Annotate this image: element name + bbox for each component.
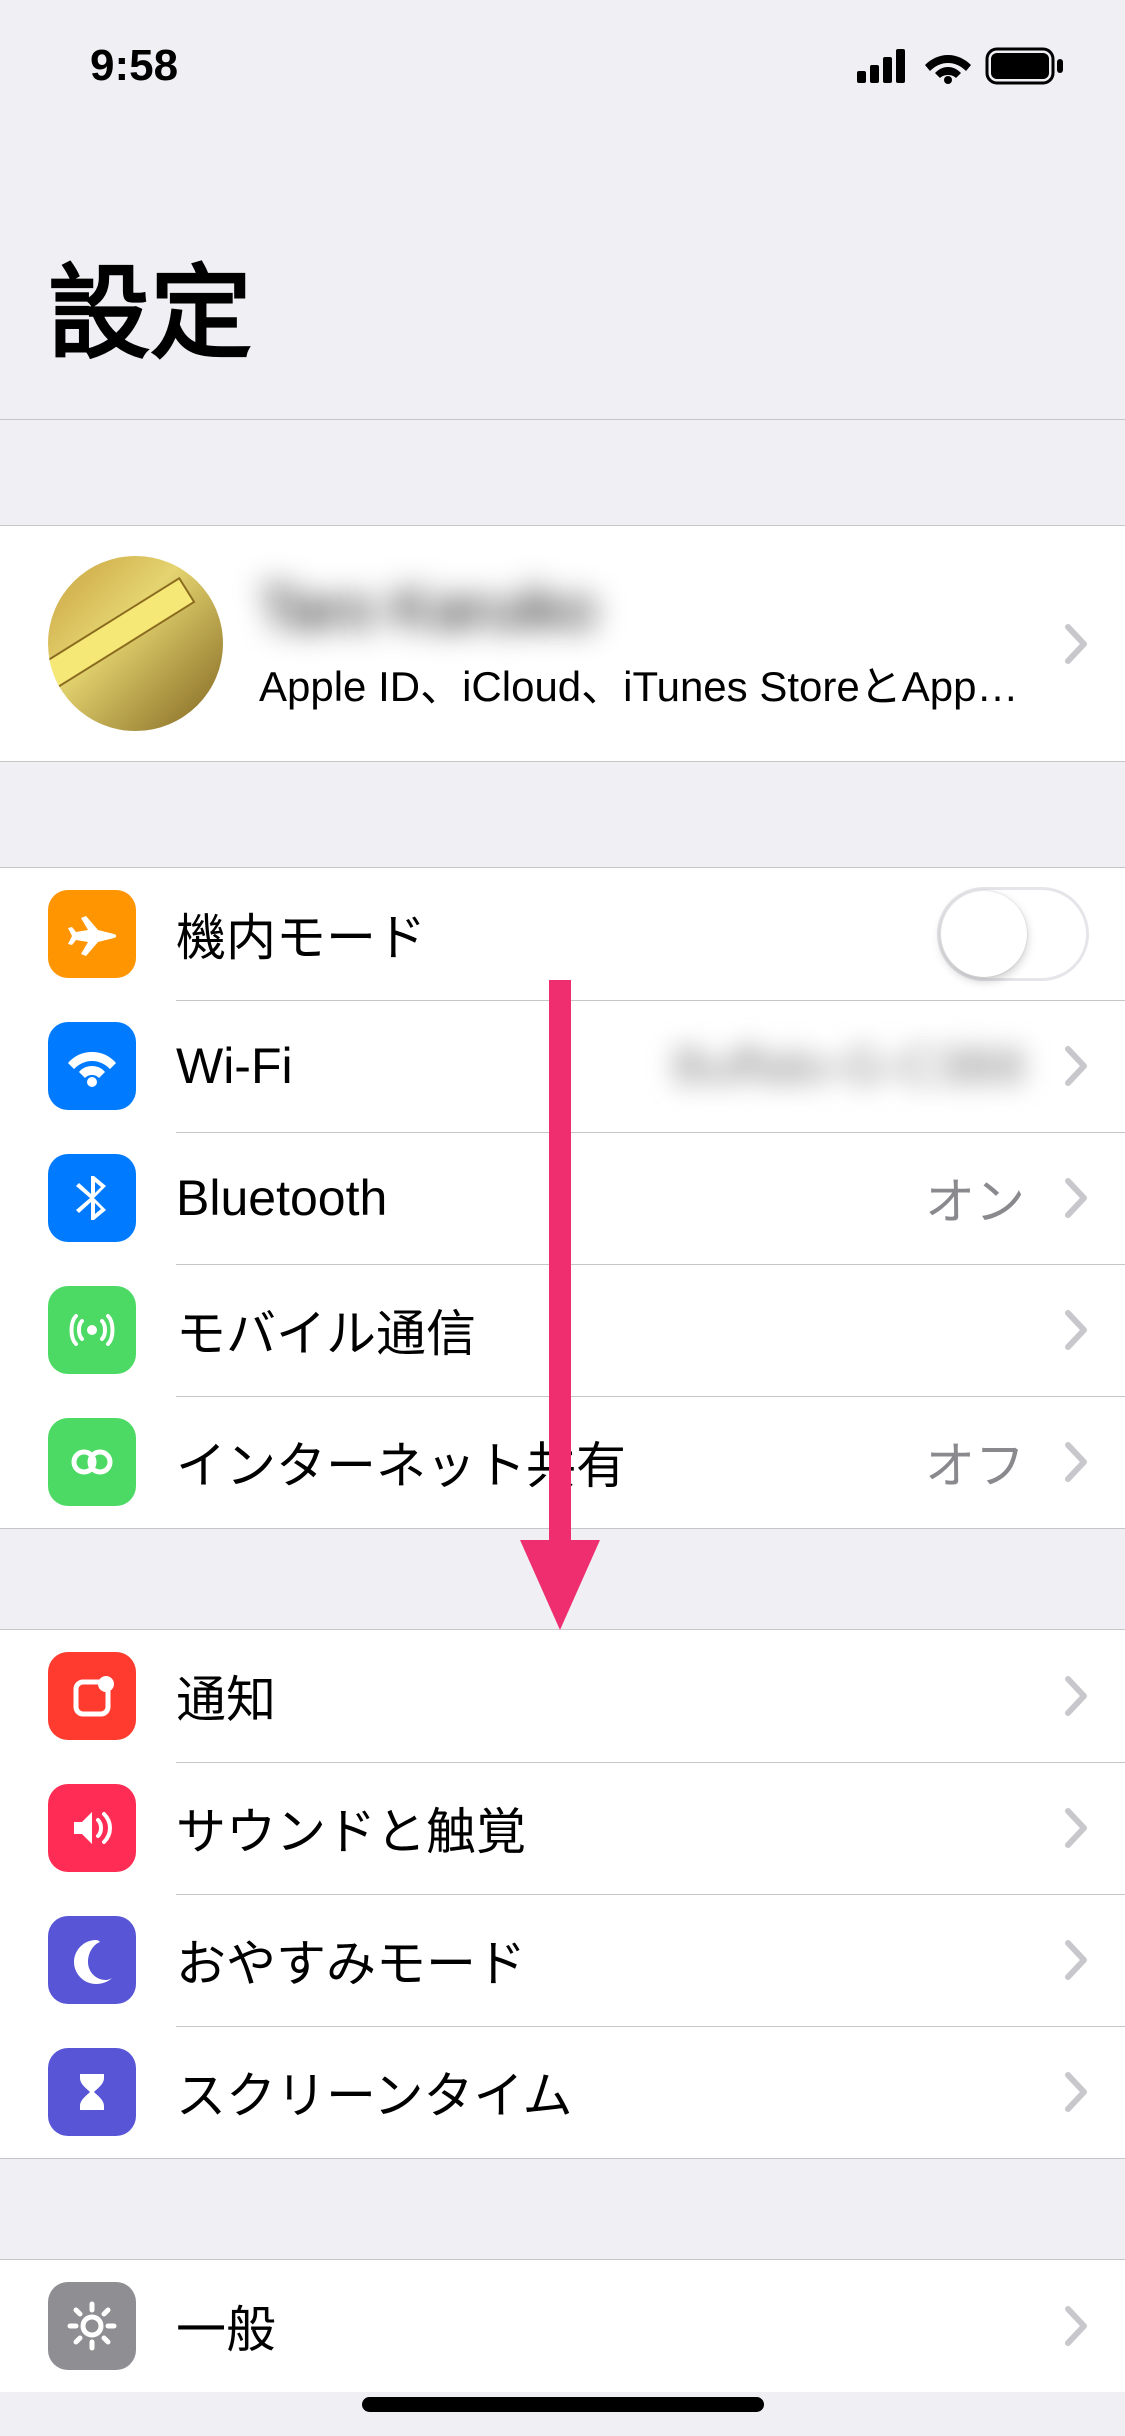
chevron-right-icon [1065,1442,1089,1482]
notifications-row[interactable]: 通知 [0,1630,1125,1762]
cellular-signal-icon [857,49,911,83]
chevron-right-icon [1065,1808,1089,1848]
general-row[interactable]: 一般 [0,2260,1125,2392]
hotspot-icon [48,1418,136,1506]
status-bar: 9:58 [0,0,1125,132]
bluetooth-row[interactable]: Bluetooth オン [0,1132,1125,1264]
cellular-row[interactable]: モバイル通信 [0,1264,1125,1396]
screen-time-row[interactable]: スクリーンタイム [0,2026,1125,2158]
screen-time-icon [48,2048,136,2136]
notifications-label: 通知 [176,1660,1025,1732]
airplane-icon [48,890,136,978]
page-title: 設定 [0,132,1125,419]
home-indicator[interactable] [362,2397,764,2412]
airplane-mode-switch[interactable] [937,887,1089,981]
connectivity-section: 機内モード Wi-Fi Buffalo-G-C3B8 Bluetooth オン … [0,867,1125,1529]
chevron-right-icon [1065,2072,1089,2112]
profile-name: Taro Karuiko [259,574,1029,643]
avatar [48,556,223,731]
notifications-icon [48,1652,136,1740]
wifi-label: Wi-Fi [176,1037,633,1095]
notifications-section: 通知 サウンドと触覚 おやすみモード [0,1629,1125,2159]
apple-id-row[interactable]: Taro Karuiko Apple ID、iCloud、iTunes Stor… [0,526,1125,761]
chevron-right-icon [1065,624,1089,664]
general-icon [48,2282,136,2370]
bluetooth-value: オン [925,1162,1025,1234]
do-not-disturb-icon [48,1916,136,2004]
hotspot-label: インターネット共有 [176,1426,885,1498]
sounds-label: サウンドと触覚 [176,1792,1025,1864]
chevron-right-icon [1065,1676,1089,1716]
chevron-right-icon [1065,1940,1089,1980]
status-time: 9:58 [90,41,178,91]
chevron-right-icon [1065,2306,1089,2346]
dnd-row[interactable]: おやすみモード [0,1894,1125,2026]
chevron-right-icon [1065,1310,1089,1350]
status-icons [857,47,1065,85]
airplane-mode-label: 機内モード [176,898,897,970]
wifi-icon [48,1022,136,1110]
wifi-value: Buffalo-G-C3B8 [673,1037,1025,1095]
airplane-mode-row[interactable]: 機内モード [0,868,1125,1000]
battery-icon [985,47,1065,85]
cellular-label: モバイル通信 [176,1294,1025,1366]
chevron-right-icon [1065,1046,1089,1086]
sounds-row[interactable]: サウンドと触覚 [0,1762,1125,1894]
sounds-icon [48,1784,136,1872]
dnd-label: おやすみモード [176,1924,1025,1996]
bluetooth-icon [48,1154,136,1242]
wifi-row[interactable]: Wi-Fi Buffalo-G-C3B8 [0,1000,1125,1132]
chevron-right-icon [1065,1178,1089,1218]
screen-time-label: スクリーンタイム [176,2056,1025,2128]
hotspot-value: オフ [925,1426,1025,1498]
general-section: 一般 [0,2259,1125,2392]
general-label: 一般 [176,2290,1025,2362]
hotspot-row[interactable]: インターネット共有 オフ [0,1396,1125,1528]
cellular-icon [48,1286,136,1374]
profile-section: Taro Karuiko Apple ID、iCloud、iTunes Stor… [0,525,1125,762]
wifi-icon [923,48,973,84]
profile-subtitle: Apple ID、iCloud、iTunes StoreとApp S... [259,653,1029,714]
bluetooth-label: Bluetooth [176,1169,885,1227]
